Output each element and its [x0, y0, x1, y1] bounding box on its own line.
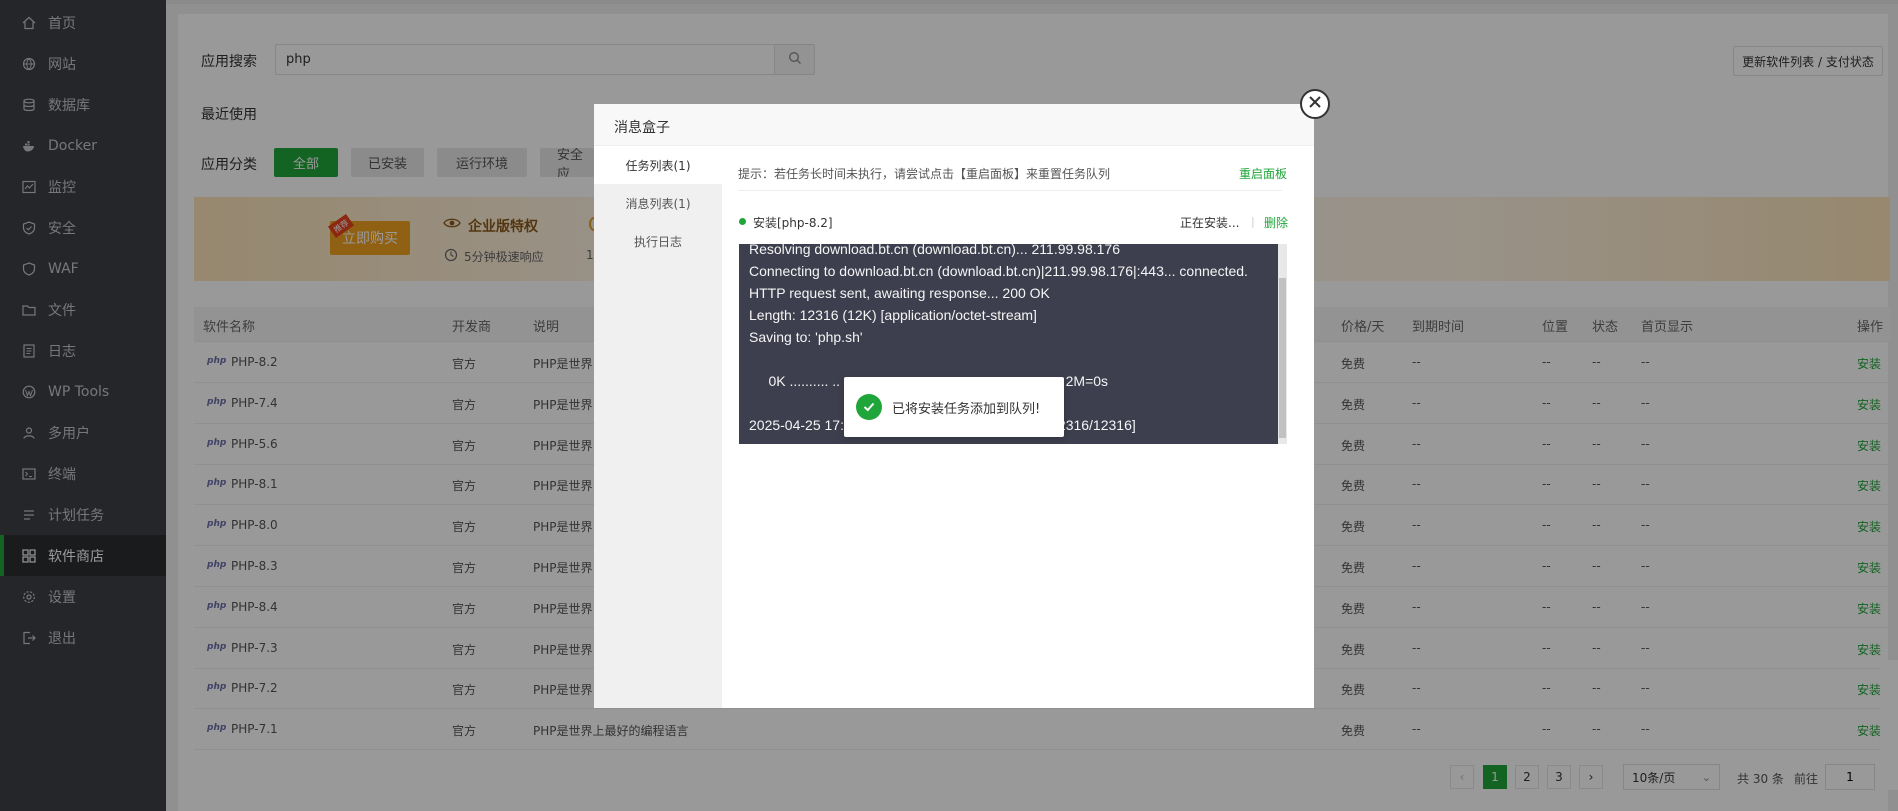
modal-sidebar: 任务列表(1) 消息列表(1) 执行日志 [594, 146, 722, 708]
console-line: HTTP request sent, awaiting response... … [749, 285, 1050, 301]
divider [738, 190, 1282, 191]
console-line: Length: 12316 (12K) [application/octet-s… [749, 307, 1037, 323]
console-line: Resolving download.bt.cn (download.bt.cn… [749, 244, 1120, 257]
success-toast: 已将安装任务添加到队列! [844, 377, 1064, 437]
modal-header: 消息盒子 [594, 104, 1314, 146]
tab-message-list[interactable]: 消息列表(1) [594, 184, 722, 222]
task-status-dot [739, 218, 746, 225]
task-separator: | [1251, 215, 1255, 228]
task-name: 安装[php-8.2] [753, 216, 833, 230]
task-hint: 提示：若任务长时间未执行，请尝试点击【重启面板】来重置任务队列 [738, 167, 1111, 181]
close-icon [1308, 95, 1322, 113]
console-line: Saving to: 'php.sh' [749, 329, 863, 345]
modal-close-button[interactable] [1300, 89, 1330, 119]
modal-title: 消息盒子 [614, 120, 670, 136]
tab-task-list[interactable]: 任务列表(1) [594, 146, 722, 184]
restart-panel-link[interactable]: 重启面板 [1239, 165, 1287, 182]
toast-message: 已将安装任务添加到队列! [892, 401, 1041, 417]
task-delete-link[interactable]: 删除 [1264, 214, 1288, 231]
task-status: 正在安装... [1180, 216, 1240, 230]
tab-execution-log[interactable]: 执行日志 [594, 222, 722, 260]
console-line: Connecting to download.bt.cn (download.b… [749, 263, 1248, 279]
check-circle-icon [856, 394, 882, 420]
console-scrollbar[interactable] [1278, 244, 1287, 444]
